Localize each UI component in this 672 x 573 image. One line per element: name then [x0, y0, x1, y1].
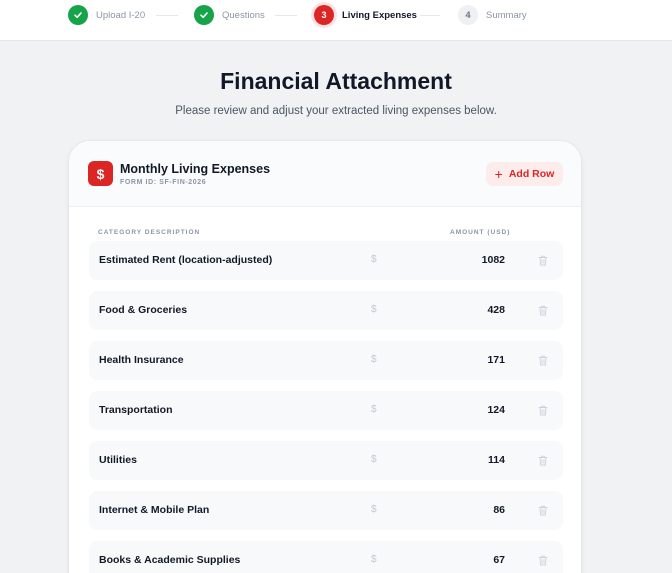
- step-questions[interactable]: Questions: [194, 5, 265, 25]
- add-row-button[interactable]: + Add Row: [486, 162, 563, 186]
- step-label: Questions: [222, 9, 265, 21]
- currency-symbol: $: [371, 504, 377, 515]
- step-living-expenses[interactable]: 3 Living Expenses: [314, 5, 417, 25]
- trash-icon[interactable]: [537, 354, 549, 366]
- amount-field[interactable]: 428: [487, 304, 505, 316]
- plus-icon: +: [494, 166, 503, 182]
- amount-field[interactable]: 171: [487, 354, 505, 366]
- add-row-label: Add Row: [508, 168, 555, 180]
- expenses-card: $ Monthly Living Expenses FORM ID: SF-FI…: [68, 140, 582, 573]
- check-icon: [68, 5, 88, 25]
- expense-row: Estimated Rent (location-adjusted) $ 108…: [89, 241, 563, 280]
- step-label: Summary: [486, 9, 527, 21]
- page-title: Financial Attachment: [220, 68, 452, 94]
- step-label: Upload I-20: [96, 9, 146, 21]
- expense-row: Food & Groceries $ 428: [89, 291, 563, 330]
- step-summary[interactable]: 4 Summary: [458, 5, 527, 25]
- amount-field[interactable]: 86: [493, 504, 505, 516]
- amount-field[interactable]: 114: [488, 454, 505, 466]
- amount-field[interactable]: 1082: [482, 254, 505, 266]
- page-subtitle: Please review and adjust your extracted …: [175, 105, 497, 117]
- column-header-category: CATEGORY DESCRIPTION: [98, 229, 201, 236]
- step-number: 3: [314, 5, 334, 25]
- trash-icon[interactable]: [537, 504, 549, 516]
- currency-symbol: $: [371, 404, 377, 415]
- card-title: Monthly Living Expenses: [120, 162, 271, 176]
- expense-row: Health Insurance $ 171: [89, 341, 563, 380]
- trash-icon[interactable]: [537, 254, 549, 266]
- check-icon: [194, 5, 214, 25]
- step-connector: [275, 15, 297, 16]
- expense-row: Utilities $ 114: [89, 441, 563, 480]
- step-number: 4: [458, 5, 478, 25]
- progress-stepper: Upload I-20 Questions 3 Living Expenses …: [0, 0, 672, 41]
- amount-field[interactable]: 67: [493, 554, 505, 566]
- currency-symbol: $: [371, 554, 377, 565]
- currency-symbol: $: [371, 254, 377, 265]
- form-id: FORM ID: SF-FIN-2026: [120, 179, 207, 186]
- column-header-amount: AMOUNT (USD): [450, 229, 511, 236]
- expense-row: Transportation $ 124: [89, 391, 563, 430]
- dollar-icon: $: [88, 161, 113, 186]
- trash-icon[interactable]: [537, 404, 549, 416]
- category-field[interactable]: Food & Groceries: [99, 304, 187, 316]
- step-connector: [156, 15, 178, 16]
- card-header: $ Monthly Living Expenses FORM ID: SF-FI…: [69, 141, 581, 207]
- trash-icon[interactable]: [537, 304, 549, 316]
- currency-symbol: $: [371, 304, 377, 315]
- step-upload-i20[interactable]: Upload I-20: [68, 5, 145, 25]
- expense-row: Books & Academic Supplies $ 67: [89, 541, 563, 573]
- category-field[interactable]: Utilities: [99, 454, 137, 466]
- expense-rows: Estimated Rent (location-adjusted) $ 108…: [89, 241, 563, 573]
- expense-row: Internet & Mobile Plan $ 86: [89, 491, 563, 530]
- currency-symbol: $: [371, 354, 377, 365]
- amount-field[interactable]: 124: [487, 404, 505, 416]
- category-field[interactable]: Books & Academic Supplies: [99, 554, 240, 566]
- step-connector: [420, 15, 440, 16]
- step-label: Living Expenses: [342, 9, 417, 21]
- currency-symbol: $: [371, 454, 377, 465]
- category-field[interactable]: Transportation: [99, 404, 173, 416]
- category-field[interactable]: Estimated Rent (location-adjusted): [99, 254, 272, 266]
- category-field[interactable]: Internet & Mobile Plan: [99, 504, 209, 516]
- trash-icon[interactable]: [537, 454, 549, 466]
- category-field[interactable]: Health Insurance: [99, 354, 184, 366]
- trash-icon[interactable]: [537, 554, 549, 566]
